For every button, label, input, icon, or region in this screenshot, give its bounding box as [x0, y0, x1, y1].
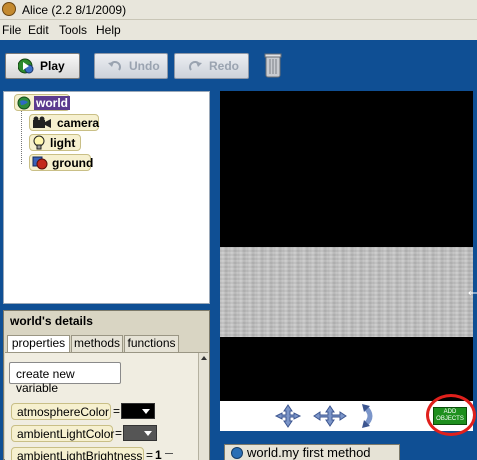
equals-sign: =: [115, 426, 123, 440]
undo-label: Undo: [129, 59, 160, 73]
create-new-variable-label: create new variable: [16, 367, 75, 395]
menu-bar: File Edit Tools Help: [0, 20, 477, 40]
details-panel: world's details properties methods funct…: [3, 310, 210, 460]
scroll-up-arrow-icon[interactable]: [201, 356, 207, 360]
ground-plane: [220, 247, 473, 337]
play-icon: [18, 58, 34, 74]
world-method-icon: [231, 447, 243, 459]
undo-button[interactable]: Undo: [94, 53, 168, 79]
value-dropdown-arrow-icon[interactable]: [165, 453, 173, 454]
tab-properties[interactable]: properties: [7, 335, 70, 353]
rotate-camera-icon[interactable]: [361, 404, 377, 428]
method-editor-tab[interactable]: world.my first method: [224, 444, 400, 460]
property-atmosphere-color[interactable]: atmosphereColor: [11, 403, 111, 420]
undo-icon: [108, 61, 121, 71]
scene-viewport[interactable]: [220, 91, 473, 401]
play-button[interactable]: Play: [5, 53, 80, 79]
tree-node-light[interactable]: light: [29, 134, 81, 151]
atmosphere-color-dropdown[interactable]: [121, 403, 155, 419]
redo-button[interactable]: Redo: [174, 53, 249, 79]
details-header: world's details: [10, 314, 93, 328]
title-bar: Alice (2.2 8/1/2009): [0, 0, 477, 20]
ambient-light-brightness-value[interactable]: 1: [155, 448, 162, 460]
create-new-variable-button[interactable]: create new variable: [9, 362, 121, 395]
tree-connector: [21, 111, 22, 164]
highlight-circle: [426, 394, 476, 436]
tree-node-light-label: light: [50, 136, 76, 150]
light-bulb-icon: [33, 135, 45, 150]
globe-icon: [17, 96, 31, 110]
ambient-light-color-dropdown[interactable]: [123, 425, 157, 441]
tree-node-world[interactable]: world: [14, 94, 70, 111]
tab-methods[interactable]: methods: [71, 335, 123, 353]
property-ambient-light-brightness[interactable]: ambientLightBrightness: [11, 447, 144, 460]
properties-list: create new variable atmosphereColor = am…: [5, 352, 209, 460]
window-title: Alice (2.2 8/1/2009): [22, 3, 127, 17]
property-name: ambientLightBrightness: [17, 449, 143, 460]
dropdown-arrow-icon: [144, 431, 152, 436]
method-tab-label: world.my first method: [247, 445, 371, 460]
redo-icon: [189, 61, 202, 71]
splitter-handle-icon[interactable]: ⟷: [468, 288, 477, 299]
equals-sign: =: [146, 448, 154, 460]
move-camera-icon[interactable]: [272, 404, 304, 428]
menu-edit[interactable]: Edit: [28, 23, 49, 37]
tree-node-camera[interactable]: camera: [29, 114, 99, 131]
redo-label: Redo: [209, 59, 239, 73]
trash-icon[interactable]: [264, 52, 282, 78]
tree-node-ground-label: ground: [52, 156, 94, 170]
tree-node-ground[interactable]: ground: [29, 154, 94, 171]
details-scrollbar[interactable]: [198, 353, 209, 460]
menu-help[interactable]: Help: [96, 23, 121, 37]
play-label: Play: [40, 59, 65, 73]
tree-node-camera-label: camera: [57, 116, 100, 130]
alice-logo-icon: [2, 2, 16, 16]
menu-file[interactable]: File: [2, 23, 21, 37]
move-camera-horizontal-icon[interactable]: [312, 404, 348, 428]
object-tree: world camera light ground: [3, 91, 210, 304]
camera-icon: [33, 116, 51, 128]
property-ambient-light-color[interactable]: ambientLightColor: [11, 425, 115, 442]
dropdown-arrow-icon: [142, 409, 150, 414]
tab-functions[interactable]: functions: [124, 335, 179, 353]
toolbar: Play Undo Redo: [0, 40, 477, 88]
tree-node-world-label: world: [34, 96, 70, 110]
property-name: atmosphereColor: [17, 405, 110, 419]
equals-sign: =: [113, 404, 121, 418]
menu-tools[interactable]: Tools: [59, 23, 87, 37]
property-name: ambientLightColor: [17, 427, 115, 441]
ground-icon: [32, 156, 48, 170]
